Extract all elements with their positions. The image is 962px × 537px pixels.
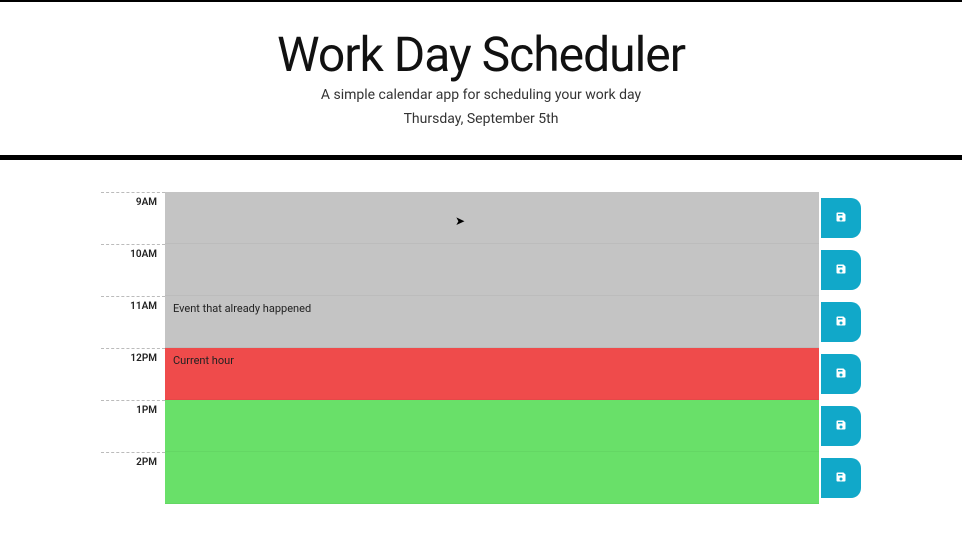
hour-label: 9AM	[101, 192, 165, 244]
header: Work Day Scheduler A simple calendar app…	[0, 2, 962, 160]
hour-label: 10AM	[101, 244, 165, 296]
event-input-1pm[interactable]	[165, 400, 819, 452]
schedule-container: 9AM 10AM 11AM 12PM	[101, 192, 861, 504]
save-icon	[835, 263, 847, 278]
save-icon	[835, 471, 847, 486]
event-input-12pm[interactable]	[165, 348, 819, 400]
time-block: 9AM	[101, 192, 861, 244]
save-button-11am[interactable]	[821, 302, 861, 342]
current-date: Thursday, September 5th	[0, 111, 962, 127]
time-block: 11AM	[101, 296, 861, 348]
time-block: 10AM	[101, 244, 861, 296]
save-button-2pm[interactable]	[821, 458, 861, 498]
page-title: Work Day Scheduler	[0, 26, 962, 83]
hour-label: 1PM	[101, 400, 165, 452]
save-button-12pm[interactable]	[821, 354, 861, 394]
event-input-2pm[interactable]	[165, 452, 819, 504]
save-button-10am[interactable]	[821, 250, 861, 290]
event-input-11am[interactable]	[165, 296, 819, 348]
hour-label: 12PM	[101, 348, 165, 400]
event-input-10am[interactable]	[165, 244, 819, 296]
event-input-9am[interactable]	[165, 192, 819, 244]
page-subtitle: A simple calendar app for scheduling you…	[0, 87, 962, 103]
hour-label: 11AM	[101, 296, 165, 348]
time-block: 12PM	[101, 348, 861, 400]
time-block: 2PM	[101, 452, 861, 504]
hour-label: 2PM	[101, 452, 165, 504]
save-button-9am[interactable]	[821, 198, 861, 238]
save-icon	[835, 419, 847, 434]
save-icon	[835, 211, 847, 226]
save-icon	[835, 367, 847, 382]
save-icon	[835, 315, 847, 330]
time-block: 1PM	[101, 400, 861, 452]
save-button-1pm[interactable]	[821, 406, 861, 446]
